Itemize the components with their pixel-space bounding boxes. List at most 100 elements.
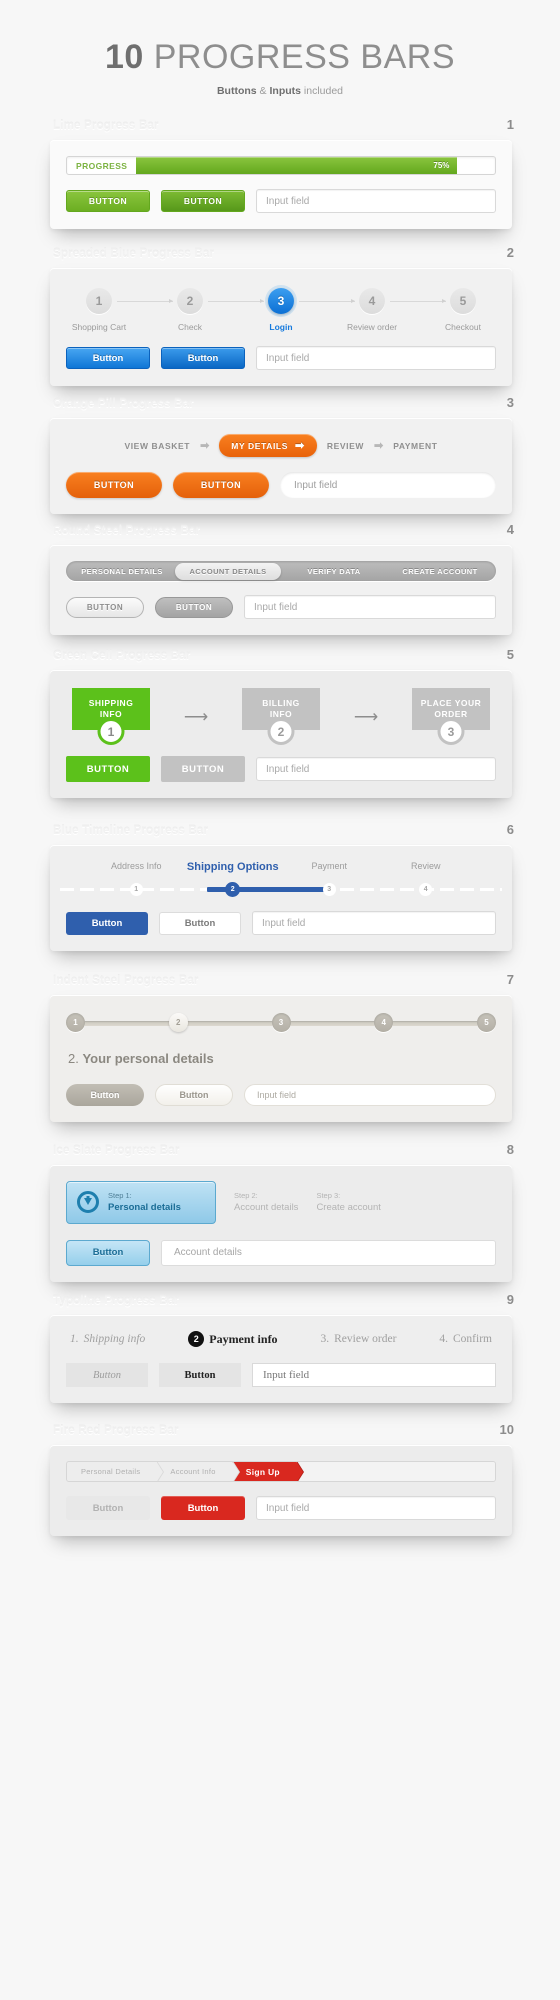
button-primary[interactable]: Button xyxy=(66,911,148,935)
step-item-active[interactable]: Sign Up xyxy=(231,1462,296,1481)
step-item-active[interactable]: MY DETAILS ➡ xyxy=(219,434,317,457)
progress-label: PROGRESS xyxy=(76,160,128,171)
input-field[interactable]: Input field xyxy=(252,1363,496,1387)
timeline-track: 1 2 3 4 xyxy=(50,882,512,897)
step-dot-active[interactable]: 2 xyxy=(185,882,282,897)
step-dot[interactable]: 5 xyxy=(477,1013,496,1032)
step-item[interactable]: PAYMENT xyxy=(393,441,437,451)
input-field[interactable]: Input field xyxy=(244,1084,496,1106)
panel: PROGRESS 75% BUTTON BUTTON Input field xyxy=(50,140,512,229)
step-label-active[interactable]: Shipping Options xyxy=(185,861,282,873)
step-number: 4. xyxy=(439,1333,448,1345)
button-secondary[interactable]: BUTTON xyxy=(155,596,233,618)
input-field[interactable]: Account details xyxy=(161,1239,496,1266)
button-secondary[interactable]: Button xyxy=(66,1496,150,1520)
section-number: 1 xyxy=(506,117,514,132)
step-label[interactable]: Review xyxy=(378,861,475,873)
button-secondary[interactable]: BUTTON xyxy=(173,472,269,498)
button-primary[interactable]: Button xyxy=(66,1363,148,1387)
step-item[interactable]: PERSONAL DETAILS xyxy=(69,567,175,576)
button-secondary[interactable]: Button xyxy=(161,347,245,369)
step-item[interactable]: 4. Confirm xyxy=(439,1333,492,1345)
step-item-active[interactable]: 2 Payment info xyxy=(188,1331,278,1347)
timeline-dots: 1 2 3 4 xyxy=(50,882,512,897)
step-item[interactable]: 5 Checkout xyxy=(434,288,492,332)
input-field[interactable]: Input field xyxy=(256,346,496,370)
button-secondary[interactable]: BUTTON xyxy=(161,190,245,212)
step-item[interactable]: VIEW BASKET xyxy=(124,441,190,451)
button-primary[interactable]: BUTTON xyxy=(66,596,144,618)
panel: 1 2 3 4 5 2. Your personal details Butto… xyxy=(50,995,512,1122)
step-item[interactable]: Step 3: Create account xyxy=(316,1181,380,1224)
input-field[interactable]: Input field xyxy=(280,472,496,498)
step-dot[interactable]: 3 xyxy=(271,1013,291,1032)
step-list: PERSONAL DETAILS ACCOUNT DETAILS VERIFY … xyxy=(66,561,496,581)
step-number: 3 xyxy=(437,718,465,745)
step-number: 3 xyxy=(322,883,336,896)
button-primary[interactable]: BUTTON xyxy=(66,190,150,212)
step-item[interactable]: 1 Shopping Cart xyxy=(70,288,173,332)
step-dot[interactable]: 3 xyxy=(281,883,378,897)
step-item[interactable]: 1. Shipping info xyxy=(70,1333,145,1345)
section-title: Spreaded Blue Progress Bar xyxy=(53,248,215,260)
button-secondary[interactable]: Button xyxy=(159,1363,241,1387)
curved-arrow-icon: ⟶ xyxy=(353,707,379,726)
step-item[interactable]: Step 2: Account details xyxy=(234,1181,298,1224)
button-primary[interactable]: Button xyxy=(66,1084,144,1106)
download-arrow-icon xyxy=(77,1191,99,1214)
step-label: Personal details xyxy=(108,1202,181,1214)
step-label: Payment info xyxy=(209,1331,278,1346)
step-item[interactable]: 2 Check xyxy=(161,288,264,332)
button-primary[interactable]: BUTTON xyxy=(66,472,162,498)
button-primary[interactable]: Button xyxy=(161,1496,245,1520)
step-label[interactable]: Payment xyxy=(281,861,378,873)
step-item[interactable]: VERIFY DATA xyxy=(281,567,387,576)
step-item-active[interactable]: SHIPPING INFO 1 xyxy=(72,688,150,745)
step-item[interactable]: Personal Details xyxy=(67,1462,157,1481)
page-title: 10 PROGRESS BARS xyxy=(0,40,560,74)
step-item[interactable]: Account Info xyxy=(156,1462,232,1481)
button-primary[interactable]: BUTTON xyxy=(66,756,150,782)
step-item[interactable]: BILLING INFO 2 xyxy=(242,688,320,745)
step-dot-active[interactable]: 2 xyxy=(168,1013,188,1032)
arrow-right-icon: ➡ xyxy=(373,440,384,452)
input-field[interactable]: Input field xyxy=(256,1496,496,1520)
button-primary[interactable]: Button xyxy=(66,1239,150,1266)
step-dot[interactable]: 4 xyxy=(378,883,475,897)
panel: Address Info Shipping Options Payment Re… xyxy=(50,845,512,951)
step-dot[interactable]: 1 xyxy=(88,883,185,897)
section-number: 3 xyxy=(506,395,514,410)
step-track: 1 2 3 4 5 xyxy=(66,1013,496,1033)
input-field[interactable]: Input field xyxy=(252,911,496,935)
step-list: SHIPPING INFO 1 ⟶ BILLING INFO 2 ⟶ PLACE… xyxy=(66,688,496,745)
input-field[interactable]: Input field xyxy=(244,595,496,619)
panel: VIEW BASKET ➡ MY DETAILS ➡ REVIEW ➡ PAYM… xyxy=(50,418,512,514)
step-label: Account details xyxy=(234,1202,299,1214)
step-item[interactable]: CREATE ACCOUNT xyxy=(387,567,493,576)
button-secondary[interactable]: BUTTON xyxy=(161,756,245,782)
step-label-line1: SHIPPING xyxy=(88,697,134,708)
step-label-list: Address Info Shipping Options Payment Re… xyxy=(50,861,512,873)
step-kicker: Step 2: xyxy=(234,1191,258,1200)
button-secondary[interactable]: Button xyxy=(155,1084,233,1106)
step-number: 5 xyxy=(450,288,476,314)
page-subtitle: Buttons & Inputs included xyxy=(0,85,560,97)
step-item-active[interactable]: 3 Login xyxy=(252,288,355,332)
step-label[interactable]: Address Info xyxy=(88,861,185,873)
section-title: Fire Red Progress Bar xyxy=(53,1425,179,1437)
step-item[interactable]: 4 Review order xyxy=(343,288,446,332)
subtitle-tail: included xyxy=(300,85,344,97)
input-field[interactable]: Input field xyxy=(256,757,496,781)
input-field[interactable]: Input field xyxy=(256,189,496,213)
step-item-active[interactable]: Step 1: Personal details xyxy=(66,1181,216,1224)
button-primary[interactable]: Button xyxy=(66,347,150,369)
step-item[interactable]: 3. Review order xyxy=(321,1333,397,1345)
button-secondary[interactable]: Button xyxy=(159,911,241,935)
step-dot[interactable]: 4 xyxy=(374,1013,394,1032)
step-item-active[interactable]: ACCOUNT DETAILS xyxy=(175,562,281,580)
step-list: Step 1: Personal details Step 2: Account… xyxy=(66,1181,496,1224)
step-item[interactable]: REVIEW xyxy=(327,441,364,451)
step-dot[interactable]: 1 xyxy=(66,1013,85,1032)
step-list: VIEW BASKET ➡ MY DETAILS ➡ REVIEW ➡ PAYM… xyxy=(66,434,496,457)
step-item[interactable]: PLACE YOUR ORDER 3 xyxy=(412,688,490,745)
